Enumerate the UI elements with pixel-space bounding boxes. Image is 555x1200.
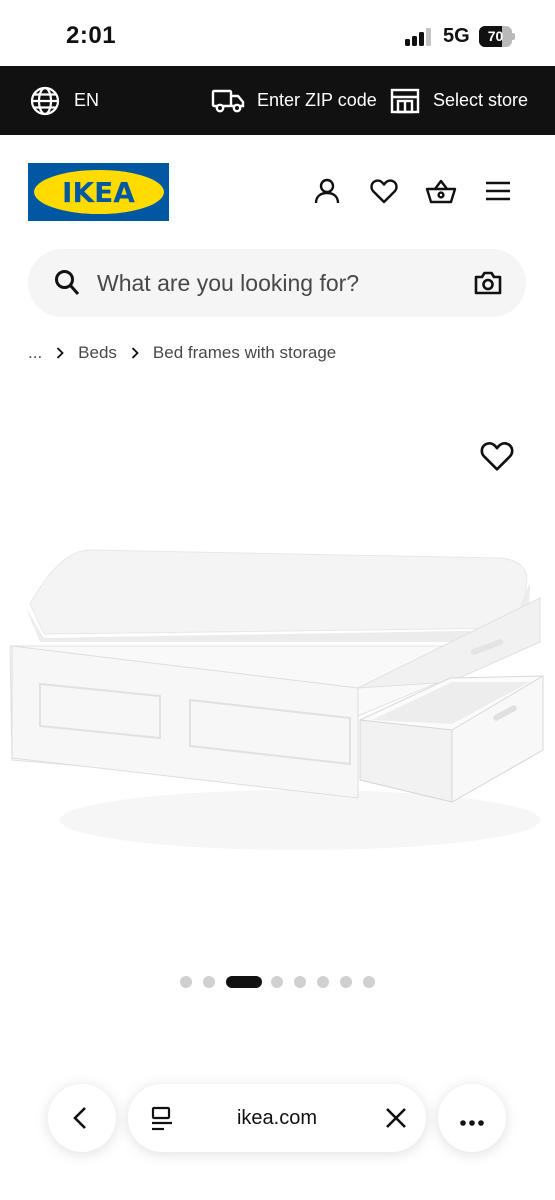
search-icon [54, 269, 80, 302]
zip-code-button[interactable]: Enter ZIP code [211, 66, 377, 135]
chevron-left-icon [72, 1106, 88, 1135]
select-store-label: Select store [433, 90, 529, 110]
carousel-dots [0, 976, 555, 988]
more-dots-icon [459, 1114, 485, 1132]
globe-icon [30, 86, 60, 116]
language-selector[interactable]: EN [30, 66, 99, 135]
select-store-button[interactable]: Select store [390, 66, 528, 135]
account-icon[interactable] [310, 174, 344, 208]
browser-back-button[interactable] [48, 1084, 116, 1152]
favorites-heart-icon[interactable] [367, 174, 401, 208]
cellular-signal-icon [405, 28, 435, 46]
battery-icon: 70 [479, 26, 515, 47]
browser-address-bar[interactable]: ikea.com [128, 1084, 426, 1152]
store-icon [390, 87, 420, 115]
carousel-dot[interactable] [180, 976, 192, 988]
language-label: EN [74, 90, 100, 110]
zip-code-label: Enter ZIP code [257, 90, 377, 110]
ikea-logo[interactable]: IKEA [28, 163, 169, 221]
search-bar[interactable]: What are you looking for? [28, 249, 526, 317]
carousel-dot[interactable] [203, 976, 215, 988]
browser-url[interactable]: ikea.com [128, 1084, 426, 1152]
camera-icon[interactable] [474, 269, 502, 302]
chevron-right-icon [56, 347, 64, 359]
carousel-dot[interactable] [340, 976, 352, 988]
carousel-dot[interactable] [363, 976, 375, 988]
shopping-basket-icon[interactable] [424, 174, 458, 208]
logo-ellipse: IKEA [33, 170, 164, 214]
truck-icon [211, 87, 245, 115]
close-icon[interactable] [385, 1107, 407, 1134]
product-image[interactable] [0, 420, 555, 940]
hamburger-menu-icon[interactable] [481, 174, 515, 208]
carousel-dot[interactable] [271, 976, 283, 988]
breadcrumb: ... Beds Bed frames with storage [28, 340, 336, 366]
breadcrumb-item-bed-frames-with-storage[interactable]: Bed frames with storage [153, 343, 336, 363]
top-strip: EN Enter ZIP code Select store [0, 66, 555, 135]
chevron-right-icon [131, 347, 139, 359]
carousel-dot[interactable] [317, 976, 329, 988]
status-bar: 2:01 5G 70 [0, 0, 555, 66]
search-input[interactable]: What are you looking for? [97, 249, 359, 317]
breadcrumb-ellipsis[interactable]: ... [28, 343, 42, 363]
carousel-dot-active[interactable] [226, 976, 262, 988]
logo-text: IKEA [62, 175, 135, 209]
browser-more-button[interactable] [438, 1084, 506, 1152]
battery-level: 70 [487, 28, 504, 44]
network-type: 5G [443, 25, 470, 47]
carousel-dot[interactable] [294, 976, 306, 988]
status-time: 2:01 [66, 22, 117, 49]
product-favorite-heart-icon[interactable] [480, 440, 514, 472]
breadcrumb-item-beds[interactable]: Beds [78, 343, 117, 363]
